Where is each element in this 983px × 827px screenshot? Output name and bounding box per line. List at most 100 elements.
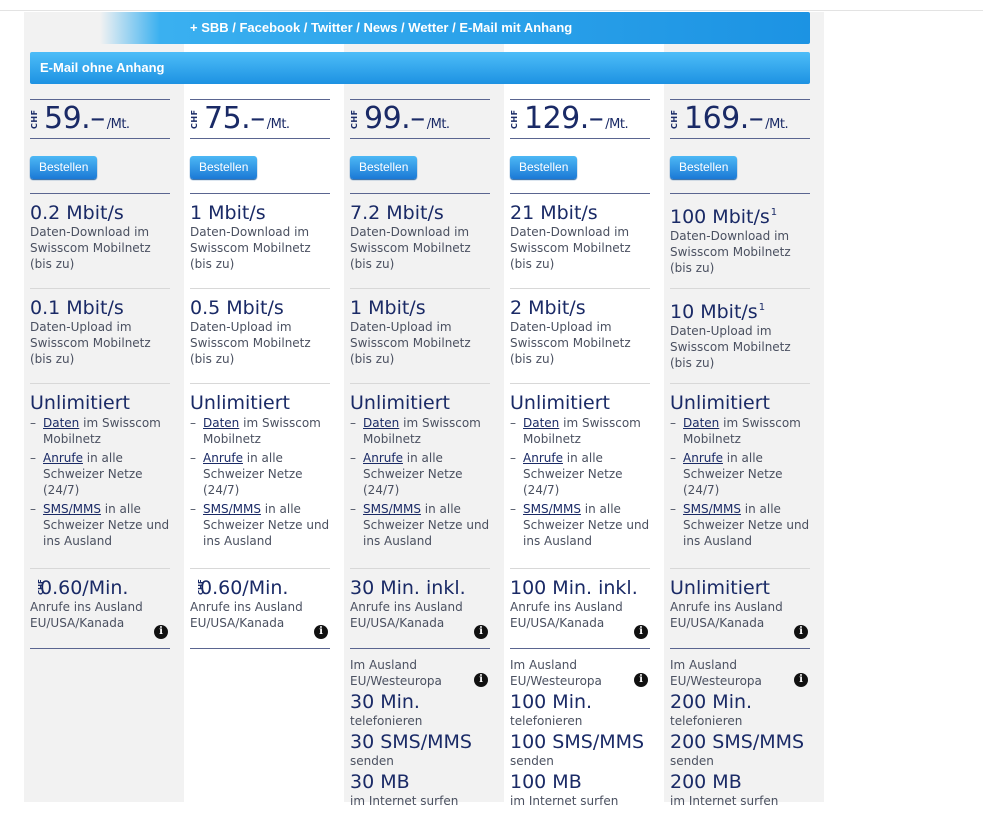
unlimited-item-link[interactable]: Anrufe <box>43 451 83 465</box>
price-amount-wrap: 75.–/Mt. <box>204 101 290 143</box>
footnote-marker: 1 <box>770 207 778 218</box>
price-amount-wrap: 169.–/Mt. <box>684 101 789 143</box>
download-value: 100 Mbit/s <box>670 206 770 228</box>
price-amount: 75.– <box>204 101 265 136</box>
download-block: 0.2 Mbit/s Daten-Download im Swisscom Mobi… <box>30 202 170 289</box>
upload-speed: 2 Mbit/s <box>510 297 650 319</box>
download-desc: (bis zu) <box>190 257 235 271</box>
unlimited-item: – Daten im Swisscom Mobilnetz <box>350 415 490 447</box>
currency-label: CHF <box>670 109 679 129</box>
unlimited-item-link[interactable]: Daten <box>203 416 239 430</box>
roaming-sms: 30 SMS/MMS <box>350 731 472 753</box>
download-desc: (bis zu) <box>670 261 715 275</box>
order-button[interactable]: Bestellen <box>30 156 98 179</box>
upload-desc: Daten-Upload im <box>350 320 452 334</box>
unlimited-item-link[interactable]: SMS/MMS <box>363 502 421 516</box>
currency-label: CHF <box>510 109 519 129</box>
roaming-calls: 100 Min. <box>510 691 593 713</box>
roaming-block: Im Ausland EU/Westeuropa i 200 Min. telefoni… <box>670 649 810 809</box>
download-desc: Daten-Download im <box>30 225 150 239</box>
currency-label: CHF <box>197 579 205 595</box>
price-unit: /Mt. <box>605 117 629 132</box>
upload-value: 0.1 Mbit/s <box>30 297 124 319</box>
unlimited-item-link[interactable]: Anrufe <box>203 451 243 465</box>
info-icon[interactable]: i <box>474 625 488 639</box>
dash-marker: – <box>510 451 516 465</box>
info-icon[interactable]: i <box>794 673 808 687</box>
unlimited-item-link[interactable]: Anrufe <box>363 451 403 465</box>
unlimited-item: – Anrufe in alle Schweizer Netze (24/7) <box>350 450 490 498</box>
plan-price: CHF 59.–/Mt. <box>30 99 170 139</box>
order-button[interactable]: Bestellen <box>510 156 578 179</box>
order-wrap: Bestellen <box>190 139 330 179</box>
dash-marker: – <box>510 416 516 430</box>
order-button[interactable]: Bestellen <box>350 156 418 179</box>
price-unit: /Mt. <box>106 117 130 132</box>
international-desc: EU/USA/Kanada <box>190 616 285 630</box>
unlimited-item-link[interactable]: SMS/MMS <box>523 502 581 516</box>
roaming-calls: 200 Min. <box>670 691 753 713</box>
plan-column: CHF 75.–/Mt. Bestellen 1 Mbit/s Daten-Downlo… <box>190 99 330 649</box>
info-icon[interactable]: i <box>474 673 488 687</box>
info-icon[interactable]: i <box>314 625 328 639</box>
price-amount-wrap: 99.–/Mt. <box>364 101 450 143</box>
upload-desc: Swisscom Mobilnetz <box>510 336 631 350</box>
unlimited-item-link[interactable]: Daten <box>523 416 559 430</box>
unlimited-item-link[interactable]: SMS/MMS <box>203 502 261 516</box>
unlimited-item-link[interactable]: Anrufe <box>683 451 723 465</box>
upload-desc: (bis zu) <box>30 352 75 366</box>
section-divider <box>30 193 170 194</box>
international-desc: EU/USA/Kanada <box>670 616 765 630</box>
unlimited-block: Unlimitiert – Daten im Swisscom Mobilnetz –… <box>670 392 810 569</box>
roaming-sms-label: senden <box>670 754 714 768</box>
options-banner: + SBB / Facebook / Twitter / News / Wett… <box>100 12 810 44</box>
download-desc: Daten-Download im <box>510 225 630 239</box>
section-divider <box>350 193 490 194</box>
plan-price: CHF 99.–/Mt. <box>350 99 490 139</box>
upload-desc: Swisscom Mobilnetz <box>350 336 471 350</box>
info-icon[interactable]: i <box>794 625 808 639</box>
international-calls-block: Unlimitiert Anrufe ins Ausland EU/USA/Kana… <box>670 577 810 649</box>
order-wrap: Bestellen <box>30 139 170 179</box>
unlimited-item: – Anrufe in alle Schweizer Netze (24/7) <box>670 450 810 498</box>
price-amount: 99.– <box>364 101 425 136</box>
unlimited-item-link[interactable]: SMS/MMS <box>43 502 101 516</box>
upload-desc: Swisscom Mobilnetz <box>30 336 151 350</box>
order-button[interactable]: Bestellen <box>190 156 258 179</box>
unlimited-title: Unlimitiert <box>350 392 450 414</box>
unlimited-item-link[interactable]: Anrufe <box>523 451 563 465</box>
unlimited-block: Unlimitiert – Daten im Swisscom Mobilnetz –… <box>510 392 650 569</box>
section-divider <box>190 193 330 194</box>
order-button[interactable]: Bestellen <box>670 156 738 179</box>
dash-marker: – <box>30 416 36 430</box>
info-icon[interactable]: i <box>634 673 648 687</box>
info-icon[interactable]: i <box>154 625 168 639</box>
download-value: 7.2 Mbit/s <box>350 202 444 224</box>
download-speed: 0.2 Mbit/s <box>30 202 170 224</box>
roaming-data: 30 MB <box>350 771 410 793</box>
roaming-desc: Im Ausland <box>350 658 418 672</box>
currency-label: CHF <box>350 109 359 129</box>
unlimited-item-link[interactable]: Daten <box>363 416 399 430</box>
unlimited-item: – SMS/MMS in alle Schweizer Netze und ins… <box>670 501 810 549</box>
unlimited-item-link[interactable]: SMS/MMS <box>683 502 741 516</box>
info-icon[interactable]: i <box>634 625 648 639</box>
roaming-block: Im Ausland EU/Westeuropa i 30 Min. telefonie… <box>350 649 490 809</box>
download-desc: Daten-Download im <box>350 225 470 239</box>
international-rate-value: Unlimitiert <box>670 577 770 599</box>
dash-marker: – <box>190 416 196 430</box>
upload-block: 0.1 Mbit/s Daten-Upload im Swisscom Mobiln… <box>30 297 170 384</box>
upload-desc: (bis zu) <box>190 352 235 366</box>
international-desc: Anrufe ins Ausland <box>670 600 783 614</box>
roaming-sms-label: senden <box>510 754 554 768</box>
top-divider <box>0 10 983 11</box>
unlimited-item-link[interactable]: Daten <box>683 416 719 430</box>
unlimited-item-link[interactable]: Daten <box>43 416 79 430</box>
currency-label: CHF <box>30 109 39 129</box>
roaming-desc: Im Ausland <box>510 658 578 672</box>
price-amount: 129.– <box>524 101 604 136</box>
plan-price: CHF 129.–/Mt. <box>510 99 650 139</box>
roaming-data-label: im Internet surfen <box>350 794 459 808</box>
order-wrap: Bestellen <box>510 139 650 179</box>
footnote-marker: 1 <box>758 302 766 313</box>
